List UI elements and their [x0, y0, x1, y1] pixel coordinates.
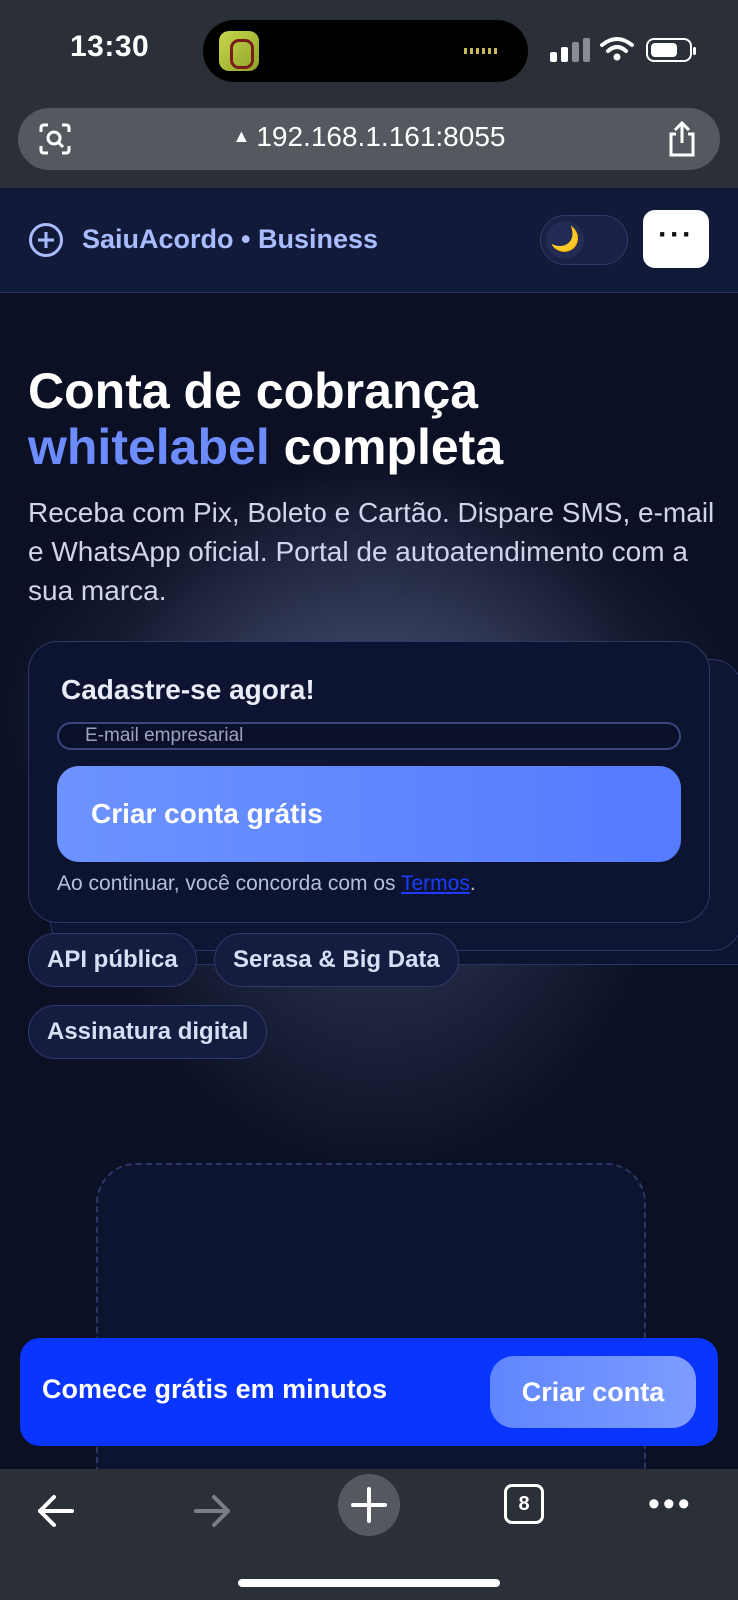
not-secure-warning-icon: ▲: [232, 126, 251, 146]
home-indicator[interactable]: [238, 1579, 500, 1587]
status-time: 13:30: [70, 30, 150, 63]
plus-icon: [351, 1487, 387, 1523]
address-bar[interactable]: ▲ 192.168.1.161:8055: [18, 108, 720, 170]
main-content: Conta de cobrança whitelabel completa Re…: [0, 293, 738, 1469]
new-tab-button[interactable]: [338, 1474, 400, 1536]
browser-toolbar: 8 •••: [0, 1469, 738, 1600]
more-options-icon[interactable]: •••: [648, 1487, 692, 1521]
back-arrow-icon[interactable]: [34, 1489, 78, 1533]
audio-activity-icon: [464, 48, 500, 54]
battery-icon: [646, 38, 696, 62]
signup-title: Cadastre-se agora!: [61, 674, 315, 705]
cellular-signal-icon: [550, 38, 590, 62]
url-text: 192.168.1.161:8055: [256, 121, 506, 152]
moon-icon: 🌙: [546, 221, 584, 259]
status-bar: 13:30: [0, 0, 738, 104]
tab-switcher-button[interactable]: 8: [504, 1484, 544, 1524]
wifi-icon: [600, 37, 634, 61]
app-activity-icon: [219, 31, 259, 71]
theme-toggle[interactable]: 🌙: [540, 215, 628, 265]
site-header: SaiuAcordo • Business 🌙: [0, 188, 738, 293]
brand-name[interactable]: SaiuAcordo • Business: [82, 224, 378, 255]
dynamic-island: [203, 20, 528, 82]
menu-button[interactable]: [643, 210, 709, 268]
email-field[interactable]: [57, 722, 681, 750]
hero-title-accent: whitelabel: [28, 419, 270, 475]
create-free-account-button[interactable]: Criar conta grátis: [57, 766, 681, 862]
feature-chip-api[interactable]: API pública: [28, 933, 197, 987]
forward-arrow-icon[interactable]: [190, 1489, 234, 1533]
browser-url-area: ▲ 192.168.1.161:8055: [0, 104, 738, 188]
hero-title: Conta de cobrança whitelabel completa: [28, 363, 504, 475]
cta-banner-text: Comece grátis em minutos: [42, 1374, 388, 1404]
share-icon[interactable]: [666, 120, 698, 158]
create-account-button[interactable]: Criar conta: [490, 1356, 696, 1428]
feature-chip-signature[interactable]: Assinatura digital: [28, 1005, 268, 1059]
hero-subtitle: Receba com Pix, Boleto e Cartão. Dispare…: [28, 497, 715, 606]
plus-circle-logo-icon[interactable]: [28, 222, 64, 258]
signup-card: Cadastre-se agora! Criar conta grátis Ao…: [28, 641, 710, 923]
cta-banner: Comece grátis em minutos Criar conta: [20, 1338, 718, 1446]
feature-chip-serasa[interactable]: Serasa & Big Data: [214, 933, 459, 987]
terms-link[interactable]: Termos: [401, 872, 470, 895]
terms-notice: Ao continuar, você concorda com os Termo…: [57, 872, 476, 895]
